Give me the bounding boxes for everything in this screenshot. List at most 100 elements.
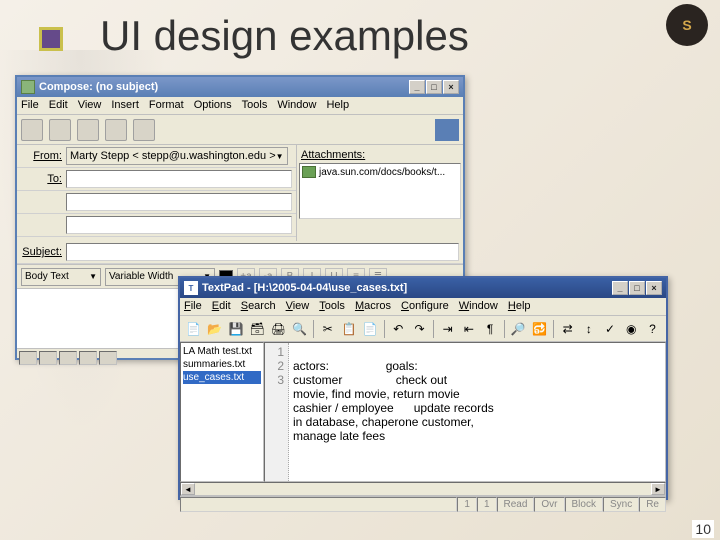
from-label: From: xyxy=(21,150,66,162)
maximize-button[interactable]: □ xyxy=(629,281,645,295)
status-icon-4[interactable] xyxy=(79,351,97,365)
status-icon-1[interactable] xyxy=(19,351,37,365)
menu-help[interactable]: Help xyxy=(508,300,531,313)
scroll-right-button[interactable]: ► xyxy=(651,483,665,495)
subject-label: Subject: xyxy=(21,246,66,258)
new-icon[interactable]: 📄 xyxy=(184,319,203,339)
from-value: Marty Stepp < stepp@u.washington.edu > xyxy=(70,150,276,162)
file-list-sidebar: LA Math test.txt summaries.txt use_cases… xyxy=(180,342,264,482)
attachment-item[interactable]: java.sun.com/docs/books/t... xyxy=(302,166,458,178)
menu-tools[interactable]: Tools xyxy=(242,99,268,112)
status-icon-5[interactable] xyxy=(99,351,117,365)
file-icon xyxy=(302,166,316,178)
attach-icon[interactable] xyxy=(77,119,99,141)
maximize-button[interactable]: □ xyxy=(426,80,442,94)
open-icon[interactable]: 📂 xyxy=(205,319,224,339)
minimize-button[interactable]: _ xyxy=(409,80,425,94)
replace-icon[interactable]: 🔂 xyxy=(530,319,549,339)
menu-file[interactable]: File xyxy=(184,300,202,313)
addr-input-2[interactable] xyxy=(66,193,292,211)
textpad-menubar: File Edit Search View Tools Macros Confi… xyxy=(180,298,666,316)
menu-options[interactable]: Options xyxy=(194,99,232,112)
menu-help[interactable]: Help xyxy=(326,99,349,112)
find-icon[interactable]: 🔎 xyxy=(509,319,528,339)
file-item[interactable]: summaries.txt xyxy=(183,358,261,371)
menu-window[interactable]: Window xyxy=(277,99,316,112)
spell-icon[interactable] xyxy=(105,119,127,141)
outdent-icon[interactable]: ⇤ xyxy=(459,319,478,339)
minimize-button[interactable]: _ xyxy=(612,281,628,295)
editor-area[interactable]: 1 2 3 actors: goals:customer check outmo… xyxy=(264,342,666,482)
paste-icon[interactable]: 📄 xyxy=(361,319,380,339)
from-select[interactable]: Marty Stepp < stepp@u.washington.edu > ▼ xyxy=(66,147,288,165)
menu-edit[interactable]: Edit xyxy=(212,300,231,313)
status-read: Read xyxy=(497,497,535,512)
copy-icon[interactable]: 📋 xyxy=(339,319,358,339)
status-icon-2[interactable] xyxy=(39,351,57,365)
line-gutter: 1 2 3 xyxy=(265,343,289,481)
status-col: 1 xyxy=(477,497,497,512)
compose-titlebar[interactable]: Compose: (no subject) _ □ × xyxy=(17,77,463,97)
file-item-selected[interactable]: use_cases.txt xyxy=(183,371,261,384)
horizontal-scrollbar[interactable]: ◄ ► xyxy=(180,482,666,496)
file-item[interactable]: LA Math test.txt xyxy=(183,345,261,358)
save-icon[interactable]: 💾 xyxy=(226,319,245,339)
editor-text[interactable]: actors: goals:customer check outmovie, f… xyxy=(289,343,665,481)
wrap-icon[interactable]: ¶ xyxy=(481,319,500,339)
slide-title: UI design examples xyxy=(100,12,469,60)
redo-icon[interactable]: ↷ xyxy=(410,319,429,339)
subject-input[interactable] xyxy=(66,243,459,261)
to-input[interactable] xyxy=(66,170,292,188)
menu-format[interactable]: Format xyxy=(149,99,184,112)
address-icon[interactable] xyxy=(49,119,71,141)
attachment-name: java.sun.com/docs/books/t... xyxy=(319,167,445,178)
indent-icon[interactable]: ⇥ xyxy=(438,319,457,339)
to-label: To: xyxy=(21,173,66,185)
status-sync: Sync xyxy=(603,497,639,512)
help-icon[interactable]: ? xyxy=(643,319,662,339)
menu-search[interactable]: Search xyxy=(241,300,276,313)
textpad-title-text: TextPad - [H:\2005-04-04\use_cases.txt] xyxy=(202,282,407,294)
textpad-toolbar: 📄 📂 💾 🗃 🖨 🔍 ✂ 📋 📄 ↶ ↷ ⇥ ⇤ ¶ 🔎 🔂 ⇄ ↕ ✓ ◉ … xyxy=(180,316,666,342)
textpad-statusbar: 1 1 Read Ovr Block Sync Re xyxy=(180,496,666,512)
menu-macros[interactable]: Macros xyxy=(355,300,391,313)
menu-tools[interactable]: Tools xyxy=(319,300,345,313)
compare-icon[interactable]: ⇄ xyxy=(558,319,577,339)
menu-view[interactable]: View xyxy=(78,99,102,112)
attachments-box[interactable]: java.sun.com/docs/books/t... xyxy=(299,163,461,219)
menu-insert[interactable]: Insert xyxy=(111,99,139,112)
close-button[interactable]: × xyxy=(443,80,459,94)
save-icon[interactable] xyxy=(133,119,155,141)
textpad-titlebar[interactable]: T TextPad - [H:\2005-04-04\use_cases.txt… xyxy=(180,278,666,298)
logo-badge: S xyxy=(666,4,708,46)
app-icon xyxy=(21,80,35,94)
status-icon-3[interactable] xyxy=(59,351,77,365)
close-button[interactable]: × xyxy=(646,281,662,295)
scroll-left-button[interactable]: ◄ xyxy=(181,483,195,495)
status-line: 1 xyxy=(457,497,477,512)
menu-view[interactable]: View xyxy=(286,300,310,313)
menu-window[interactable]: Window xyxy=(459,300,498,313)
saveall-icon[interactable]: 🗃 xyxy=(248,319,267,339)
macro-icon[interactable]: ◉ xyxy=(622,319,641,339)
attachments-label: Attachments: xyxy=(299,147,461,163)
menu-file[interactable]: File xyxy=(21,99,39,112)
sort-icon[interactable]: ↕ xyxy=(579,319,598,339)
cut-icon[interactable]: ✂ xyxy=(318,319,337,339)
textpad-window: T TextPad - [H:\2005-04-04\use_cases.txt… xyxy=(178,276,668,500)
addr-input-3[interactable] xyxy=(66,216,292,234)
print-icon[interactable]: 🖨 xyxy=(269,319,288,339)
compose-menubar: File Edit View Insert Format Options Too… xyxy=(17,97,463,115)
preview-icon[interactable]: 🔍 xyxy=(290,319,309,339)
textpad-app-icon: T xyxy=(184,281,198,295)
paragraph-select[interactable]: Body Text▼ xyxy=(21,268,101,286)
menu-configure[interactable]: Configure xyxy=(401,300,449,313)
send-icon[interactable] xyxy=(21,119,43,141)
chevron-down-icon: ▼ xyxy=(276,152,284,161)
throbber-icon xyxy=(435,119,459,141)
title-bullet xyxy=(40,28,62,50)
menu-edit[interactable]: Edit xyxy=(49,99,68,112)
status-ovr: Ovr xyxy=(534,497,564,512)
spell-icon[interactable]: ✓ xyxy=(600,319,619,339)
undo-icon[interactable]: ↶ xyxy=(389,319,408,339)
